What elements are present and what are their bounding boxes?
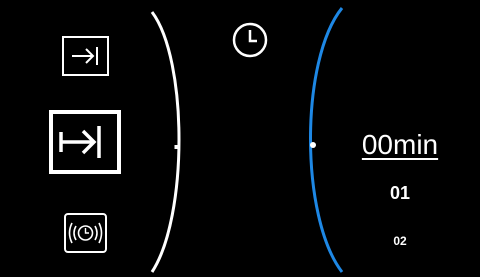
wheel-indicator-dot xyxy=(310,142,316,148)
skip-to-end-button[interactable] xyxy=(62,36,109,76)
selected-duration[interactable]: 00min xyxy=(330,129,470,161)
next-duration-option[interactable]: 01 xyxy=(330,183,470,204)
skip-to-end-button-selected[interactable] xyxy=(49,110,121,174)
alarm-clock-button[interactable] xyxy=(64,213,107,253)
clock-icon xyxy=(230,20,270,60)
alarm-clock-icon xyxy=(64,213,107,253)
skip-to-end-icon xyxy=(49,110,121,174)
skip-to-end-icon xyxy=(62,36,109,76)
timer-screen: 00min 01 02 xyxy=(0,0,480,277)
next-duration-option-2[interactable]: 02 xyxy=(330,234,470,248)
